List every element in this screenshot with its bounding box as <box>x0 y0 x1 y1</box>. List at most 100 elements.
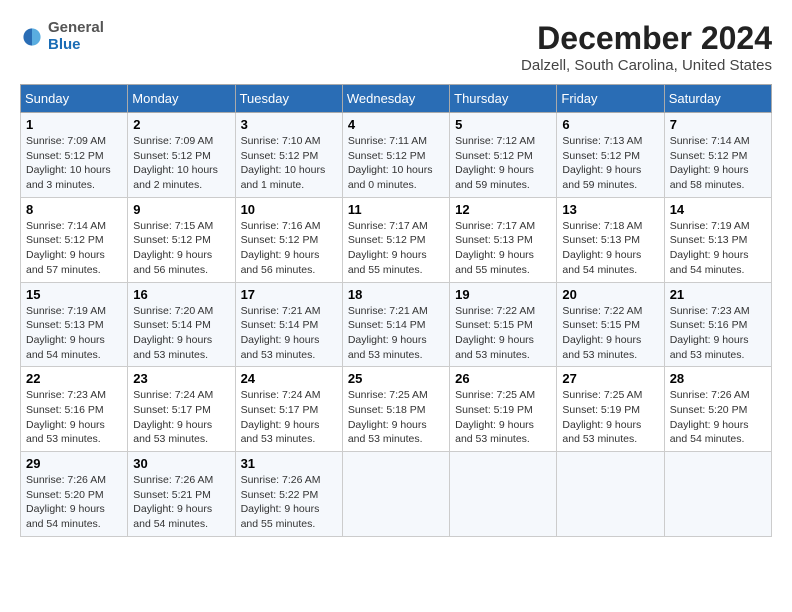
daylight-label: Daylight: 9 hours and 59 minutes. <box>455 164 534 191</box>
title-area: December 2024 Dalzell, South Carolina, U… <box>521 20 772 74</box>
logo-icon <box>20 25 44 49</box>
sunrise-label: Sunrise: 7:22 AM <box>455 305 535 317</box>
sunrise-label: Sunrise: 7:23 AM <box>670 305 750 317</box>
calendar-cell: 15 Sunrise: 7:19 AM Sunset: 5:13 PM Dayl… <box>21 282 128 367</box>
calendar-cell: 9 Sunrise: 7:15 AM Sunset: 5:12 PM Dayli… <box>128 197 235 282</box>
day-info: Sunrise: 7:25 AM Sunset: 5:19 PM Dayligh… <box>562 388 658 447</box>
sunrise-label: Sunrise: 7:21 AM <box>241 305 321 317</box>
weekday-header-monday: Monday <box>128 85 235 113</box>
month-title: December 2024 <box>521 20 772 57</box>
daylight-label: Daylight: 9 hours and 53 minutes. <box>455 334 534 361</box>
sunset-label: Sunset: 5:15 PM <box>562 319 640 331</box>
day-info: Sunrise: 7:18 AM Sunset: 5:13 PM Dayligh… <box>562 219 658 278</box>
calendar-cell: 14 Sunrise: 7:19 AM Sunset: 5:13 PM Dayl… <box>664 197 771 282</box>
sunrise-label: Sunrise: 7:26 AM <box>670 389 750 401</box>
day-info: Sunrise: 7:26 AM Sunset: 5:20 PM Dayligh… <box>670 388 766 447</box>
daylight-label: Daylight: 10 hours and 2 minutes. <box>133 164 218 191</box>
sunset-label: Sunset: 5:14 PM <box>133 319 211 331</box>
calendar-cell: 18 Sunrise: 7:21 AM Sunset: 5:14 PM Dayl… <box>342 282 449 367</box>
day-info: Sunrise: 7:14 AM Sunset: 5:12 PM Dayligh… <box>26 219 122 278</box>
day-info: Sunrise: 7:09 AM Sunset: 5:12 PM Dayligh… <box>26 134 122 193</box>
logo: General Blue <box>20 20 104 53</box>
sunrise-label: Sunrise: 7:18 AM <box>562 220 642 232</box>
day-info: Sunrise: 7:21 AM Sunset: 5:14 PM Dayligh… <box>348 304 444 363</box>
calendar-cell: 17 Sunrise: 7:21 AM Sunset: 5:14 PM Dayl… <box>235 282 342 367</box>
day-info: Sunrise: 7:25 AM Sunset: 5:19 PM Dayligh… <box>455 388 551 447</box>
daylight-label: Daylight: 9 hours and 53 minutes. <box>562 419 641 446</box>
day-info: Sunrise: 7:21 AM Sunset: 5:14 PM Dayligh… <box>241 304 337 363</box>
day-number: 3 <box>241 117 337 132</box>
day-number: 10 <box>241 202 337 217</box>
sunset-label: Sunset: 5:18 PM <box>348 404 426 416</box>
calendar-cell: 24 Sunrise: 7:24 AM Sunset: 5:17 PM Dayl… <box>235 367 342 452</box>
day-info: Sunrise: 7:23 AM Sunset: 5:16 PM Dayligh… <box>26 388 122 447</box>
sunset-label: Sunset: 5:20 PM <box>26 489 104 501</box>
day-info: Sunrise: 7:15 AM Sunset: 5:12 PM Dayligh… <box>133 219 229 278</box>
calendar-cell: 13 Sunrise: 7:18 AM Sunset: 5:13 PM Dayl… <box>557 197 664 282</box>
day-info: Sunrise: 7:20 AM Sunset: 5:14 PM Dayligh… <box>133 304 229 363</box>
sunrise-label: Sunrise: 7:24 AM <box>133 389 213 401</box>
calendar-cell: 7 Sunrise: 7:14 AM Sunset: 5:12 PM Dayli… <box>664 113 771 198</box>
daylight-label: Daylight: 9 hours and 58 minutes. <box>670 164 749 191</box>
sunset-label: Sunset: 5:12 PM <box>26 234 104 246</box>
day-info: Sunrise: 7:22 AM Sunset: 5:15 PM Dayligh… <box>562 304 658 363</box>
sunset-label: Sunset: 5:12 PM <box>455 150 533 162</box>
sunset-label: Sunset: 5:12 PM <box>562 150 640 162</box>
calendar-cell <box>450 452 557 537</box>
daylight-label: Daylight: 9 hours and 59 minutes. <box>562 164 641 191</box>
sunrise-label: Sunrise: 7:16 AM <box>241 220 321 232</box>
daylight-label: Daylight: 10 hours and 0 minutes. <box>348 164 433 191</box>
day-info: Sunrise: 7:23 AM Sunset: 5:16 PM Dayligh… <box>670 304 766 363</box>
calendar-cell <box>664 452 771 537</box>
day-number: 30 <box>133 456 229 471</box>
sunrise-label: Sunrise: 7:17 AM <box>348 220 428 232</box>
sunset-label: Sunset: 5:17 PM <box>133 404 211 416</box>
logo-general-text: General <box>48 19 104 36</box>
day-info: Sunrise: 7:17 AM Sunset: 5:13 PM Dayligh… <box>455 219 551 278</box>
day-number: 17 <box>241 287 337 302</box>
day-info: Sunrise: 7:22 AM Sunset: 5:15 PM Dayligh… <box>455 304 551 363</box>
daylight-label: Daylight: 9 hours and 53 minutes. <box>26 419 105 446</box>
sunset-label: Sunset: 5:12 PM <box>670 150 748 162</box>
sunset-label: Sunset: 5:12 PM <box>348 234 426 246</box>
sunrise-label: Sunrise: 7:10 AM <box>241 135 321 147</box>
sunset-label: Sunset: 5:22 PM <box>241 489 319 501</box>
calendar-cell <box>557 452 664 537</box>
weekday-header-saturday: Saturday <box>664 85 771 113</box>
sunrise-label: Sunrise: 7:20 AM <box>133 305 213 317</box>
sunrise-label: Sunrise: 7:19 AM <box>670 220 750 232</box>
calendar-cell: 2 Sunrise: 7:09 AM Sunset: 5:12 PM Dayli… <box>128 113 235 198</box>
day-info: Sunrise: 7:24 AM Sunset: 5:17 PM Dayligh… <box>241 388 337 447</box>
day-number: 29 <box>26 456 122 471</box>
sunrise-label: Sunrise: 7:19 AM <box>26 305 106 317</box>
calendar-week-row: 8 Sunrise: 7:14 AM Sunset: 5:12 PM Dayli… <box>21 197 772 282</box>
sunset-label: Sunset: 5:15 PM <box>455 319 533 331</box>
sunrise-label: Sunrise: 7:14 AM <box>670 135 750 147</box>
calendar-cell: 16 Sunrise: 7:20 AM Sunset: 5:14 PM Dayl… <box>128 282 235 367</box>
day-number: 15 <box>26 287 122 302</box>
daylight-label: Daylight: 9 hours and 53 minutes. <box>670 334 749 361</box>
daylight-label: Daylight: 10 hours and 3 minutes. <box>26 164 111 191</box>
day-number: 1 <box>26 117 122 132</box>
sunset-label: Sunset: 5:13 PM <box>26 319 104 331</box>
day-info: Sunrise: 7:11 AM Sunset: 5:12 PM Dayligh… <box>348 134 444 193</box>
day-number: 26 <box>455 371 551 386</box>
day-info: Sunrise: 7:26 AM Sunset: 5:20 PM Dayligh… <box>26 473 122 532</box>
calendar-week-row: 1 Sunrise: 7:09 AM Sunset: 5:12 PM Dayli… <box>21 113 772 198</box>
day-info: Sunrise: 7:12 AM Sunset: 5:12 PM Dayligh… <box>455 134 551 193</box>
daylight-label: Daylight: 9 hours and 55 minutes. <box>348 249 427 276</box>
sunset-label: Sunset: 5:16 PM <box>26 404 104 416</box>
weekday-header-wednesday: Wednesday <box>342 85 449 113</box>
day-number: 8 <box>26 202 122 217</box>
sunset-label: Sunset: 5:13 PM <box>455 234 533 246</box>
calendar-cell: 8 Sunrise: 7:14 AM Sunset: 5:12 PM Dayli… <box>21 197 128 282</box>
calendar-cell: 6 Sunrise: 7:13 AM Sunset: 5:12 PM Dayli… <box>557 113 664 198</box>
sunset-label: Sunset: 5:13 PM <box>562 234 640 246</box>
sunset-label: Sunset: 5:12 PM <box>241 234 319 246</box>
sunset-label: Sunset: 5:16 PM <box>670 319 748 331</box>
sunset-label: Sunset: 5:12 PM <box>241 150 319 162</box>
day-info: Sunrise: 7:24 AM Sunset: 5:17 PM Dayligh… <box>133 388 229 447</box>
sunset-label: Sunset: 5:12 PM <box>133 234 211 246</box>
calendar-table: SundayMondayTuesdayWednesdayThursdayFrid… <box>20 84 772 537</box>
daylight-label: Daylight: 9 hours and 53 minutes. <box>562 334 641 361</box>
